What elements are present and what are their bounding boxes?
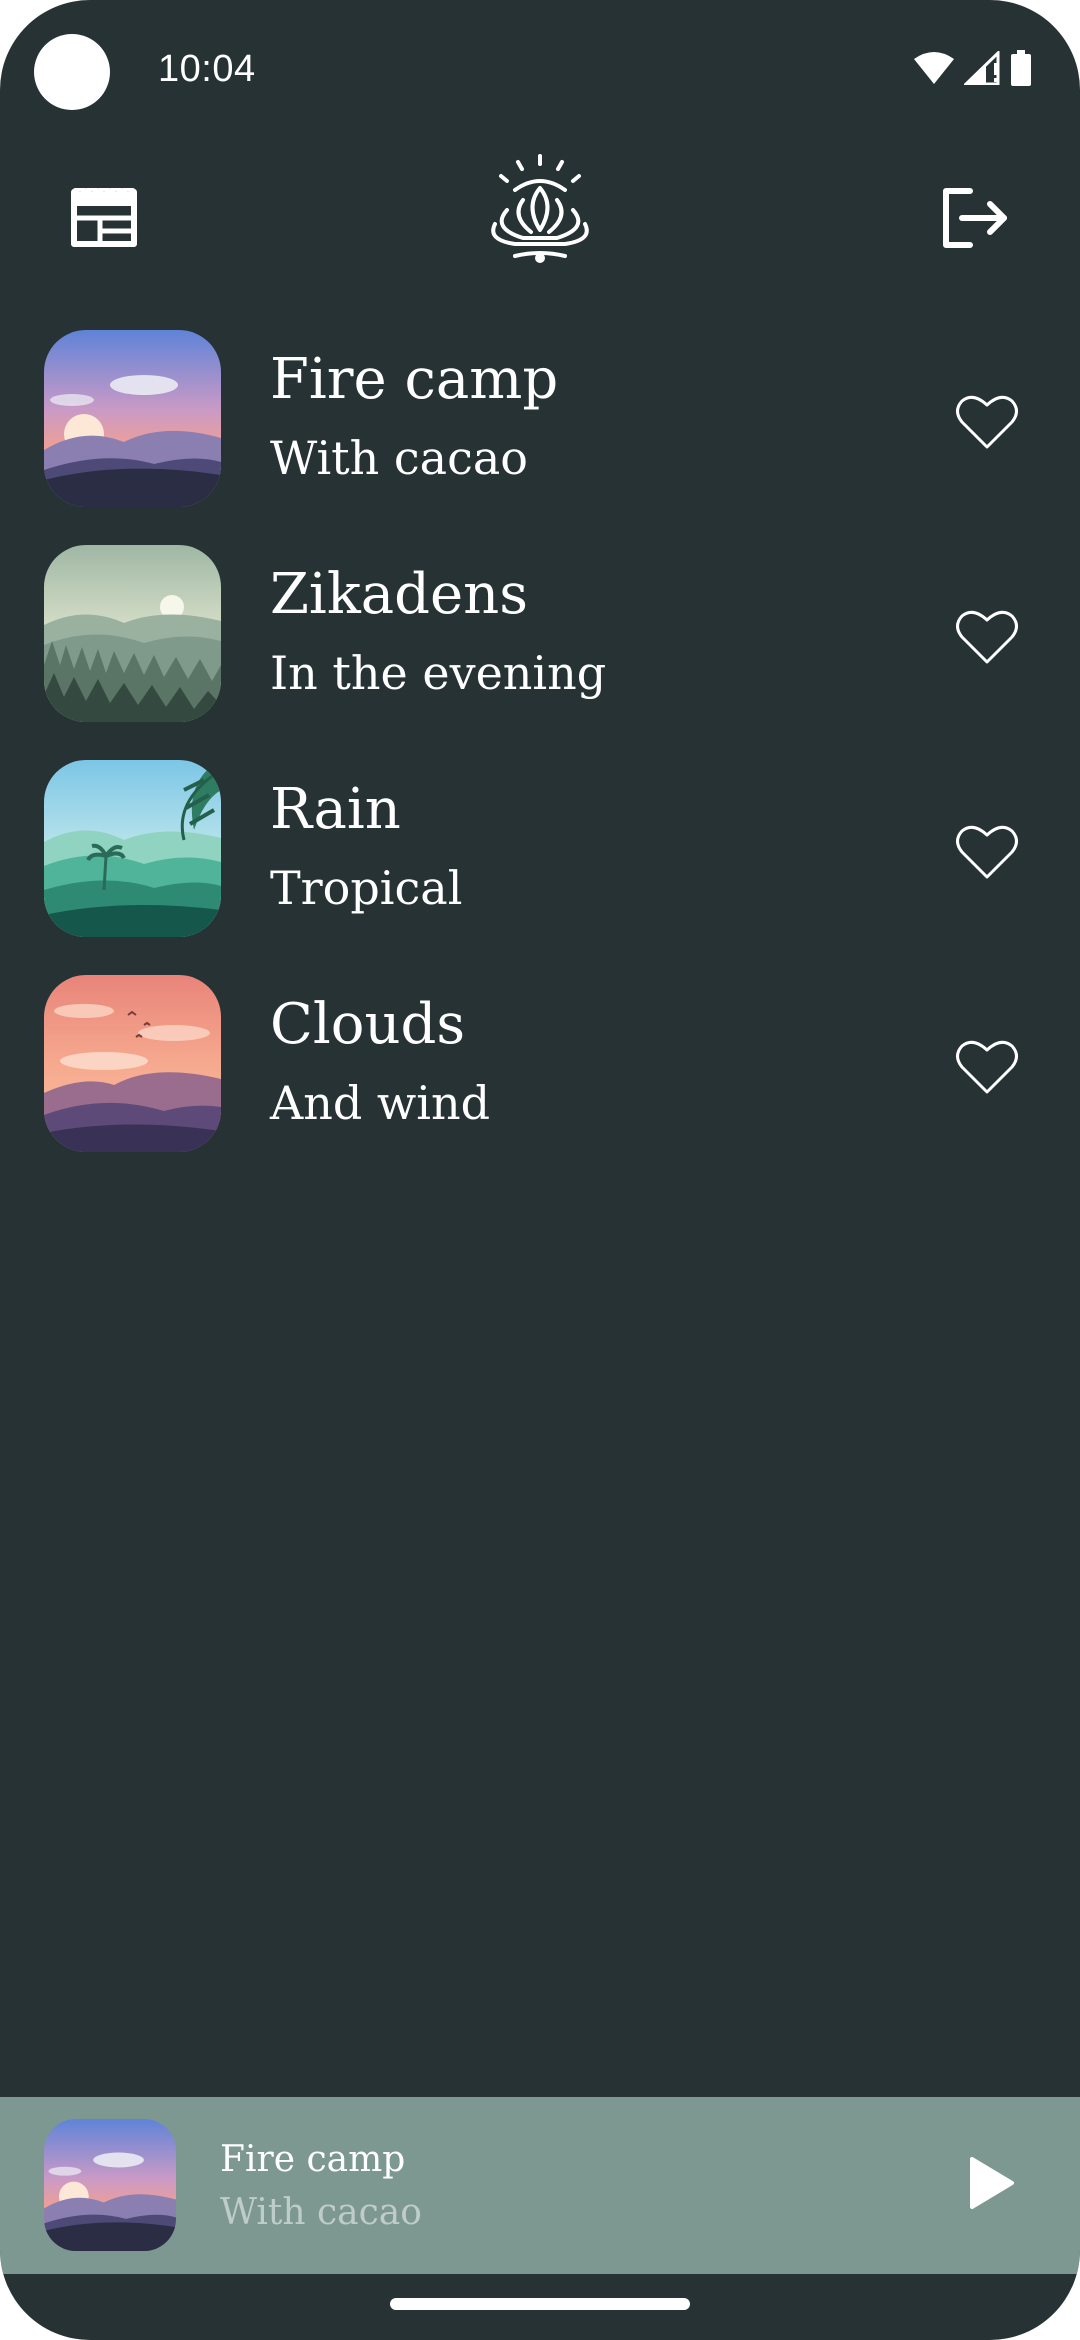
calendar-button[interactable] (62, 178, 146, 262)
track-thumbnail (44, 760, 221, 937)
logout-button[interactable] (934, 178, 1018, 262)
favorite-button[interactable] (950, 606, 1024, 672)
sunset-landscape-image (44, 330, 221, 507)
heart-outline-icon (955, 1038, 1019, 1100)
track-thumbnail (44, 975, 221, 1152)
top-app-bar (0, 140, 1080, 290)
status-time: 10:04 (158, 48, 256, 90)
favorite-button[interactable] (950, 1036, 1024, 1102)
forest-mountains-image (44, 545, 221, 722)
heart-outline-icon (955, 608, 1019, 670)
track-title: Fire camp (270, 347, 559, 412)
sunset-landscape-image (44, 2119, 176, 2251)
status-bar: 10:04 (0, 0, 1080, 140)
track-subtitle: In the evening (270, 646, 607, 700)
battery-icon (1010, 50, 1032, 90)
play-icon (968, 2156, 1016, 2214)
heart-outline-icon (955, 823, 1019, 885)
calendar-icon (70, 185, 138, 252)
track-thumbnail (44, 330, 221, 507)
track-subtitle: Tropical (270, 861, 463, 915)
home-logo-button[interactable] (482, 154, 598, 270)
track-title: Clouds (270, 992, 466, 1057)
heart-outline-icon (955, 393, 1019, 455)
wifi-icon (914, 51, 954, 89)
status-icons (914, 49, 1032, 90)
app-screen: 10:04 Fire camp With cacao Zikadens In t… (0, 0, 1080, 2340)
pink-clouds-image (44, 975, 221, 1152)
cell-signal-icon (962, 49, 1000, 89)
track-title: Zikadens (270, 562, 528, 627)
track-subtitle: And wind (270, 1076, 491, 1130)
track-row-clouds[interactable]: Clouds And wind (0, 970, 1080, 1185)
favorite-button[interactable] (950, 821, 1024, 887)
now-playing-thumbnail (44, 2119, 176, 2251)
track-row-rain[interactable]: Rain Tropical (0, 755, 1080, 970)
track-title: Rain (270, 777, 401, 842)
now-playing-subtitle: With cacao (220, 2192, 422, 2233)
home-gesture-bar[interactable] (390, 2298, 690, 2310)
logout-icon (942, 187, 1010, 253)
tropical-jungle-image (44, 760, 221, 937)
track-list: Fire camp With cacao Zikadens In the eve… (0, 325, 1080, 1185)
favorite-button[interactable] (950, 391, 1024, 457)
now-playing-title: Fire camp (220, 2139, 406, 2180)
camera-cutout (34, 34, 110, 110)
track-subtitle: With cacao (270, 431, 528, 485)
track-row-zikadens[interactable]: Zikadens In the evening (0, 540, 1080, 755)
lotus-logo-icon (485, 154, 595, 270)
now-playing-bar[interactable]: Fire camp With cacao (0, 2097, 1080, 2274)
track-row-fire-camp[interactable]: Fire camp With cacao (0, 325, 1080, 540)
play-button[interactable] (960, 2153, 1024, 2217)
track-thumbnail (44, 545, 221, 722)
